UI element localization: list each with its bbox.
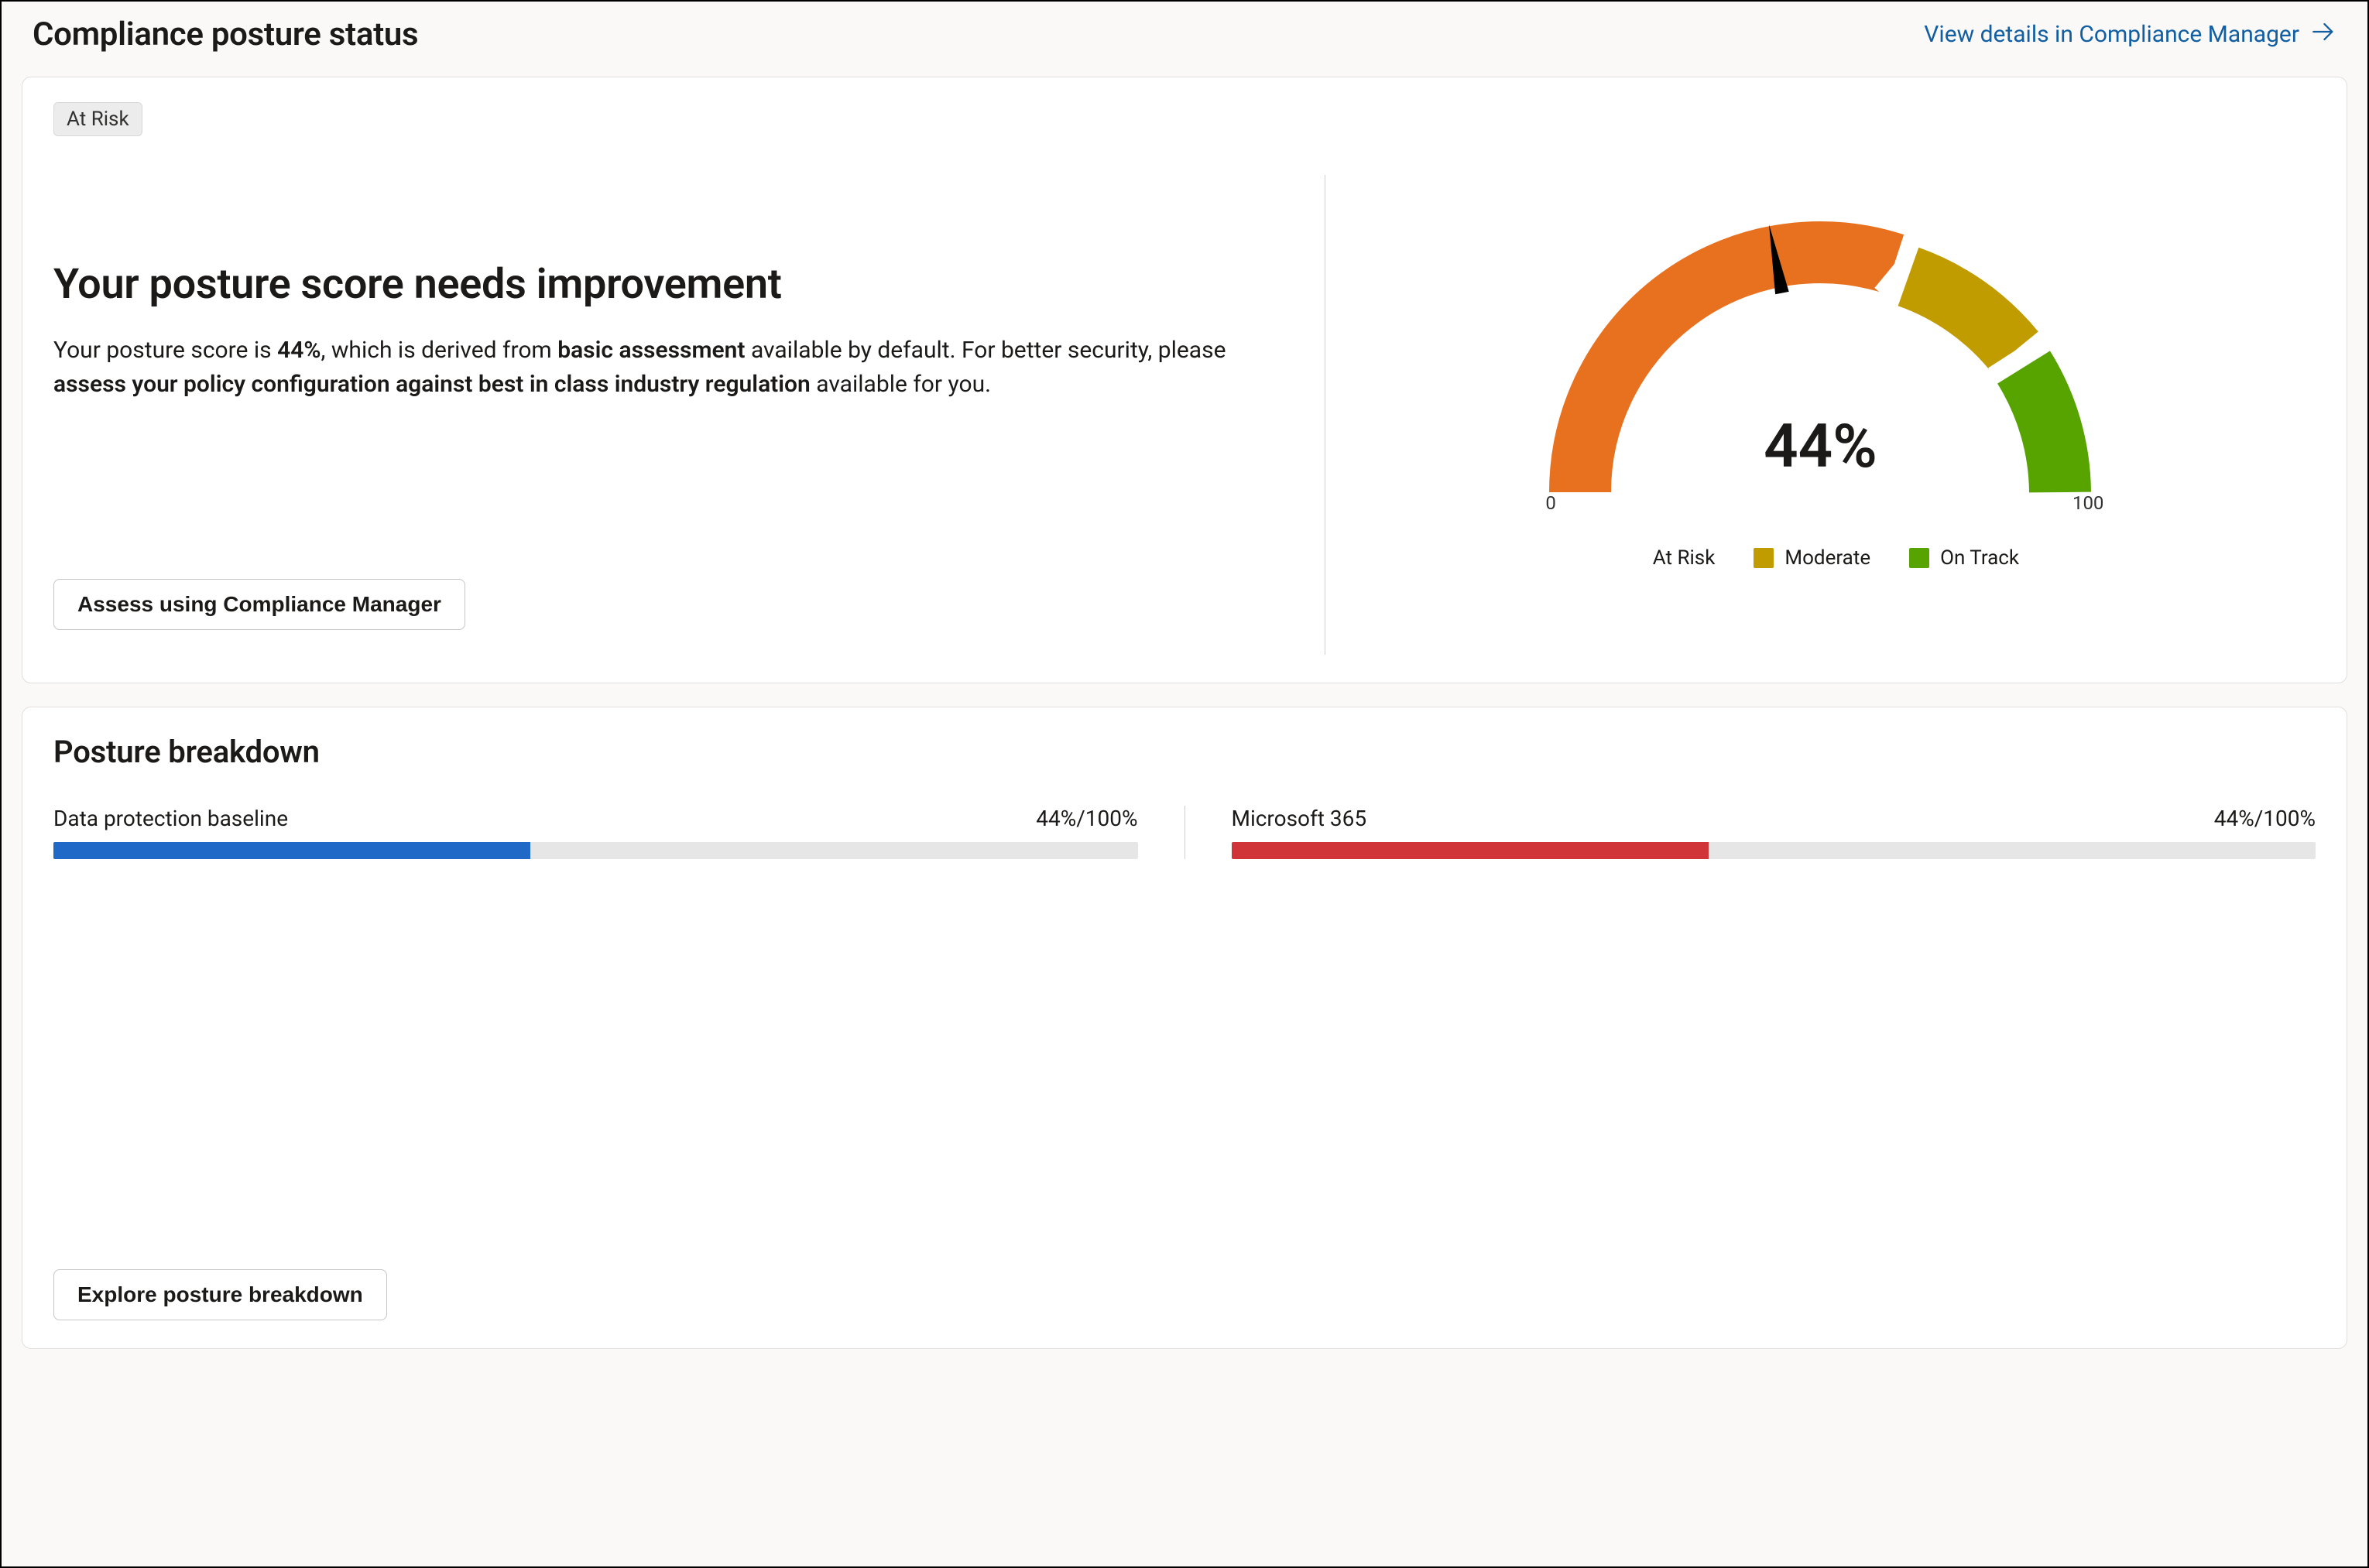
posture-score-text: Your posture score needs improvement You… <box>53 152 1325 655</box>
gauge-min-label: 0 <box>1545 492 1556 514</box>
posture-desc-bold: assess your policy configuration against… <box>53 371 811 398</box>
breakdown-spacer <box>53 859 2316 1269</box>
breakdown-item: Data protection baseline 44%/100% <box>53 806 1184 859</box>
breakdown-item: Microsoft 365 44%/100% <box>1184 806 2316 859</box>
gauge-arc-gap1 <box>1894 264 1908 276</box>
breakdown-row-header: Microsoft 365 44%/100% <box>1232 806 2316 831</box>
gauge-legend: At Risk Moderate On Track <box>1622 546 2019 570</box>
risk-badge: At Risk <box>53 102 142 136</box>
posture-breakdown-card: Posture breakdown Data protection baseli… <box>22 707 2347 1349</box>
legend-item-moderate: Moderate <box>1754 546 1870 570</box>
breakdown-item-value: 44%/100% <box>2214 806 2316 831</box>
breakdown-progress-bar <box>1232 842 2316 859</box>
posture-score-card: At Risk Your posture score needs improve… <box>22 77 2347 683</box>
posture-desc-seg: available by default. For better securit… <box>746 337 1226 364</box>
gauge-value: 44% <box>1526 412 2114 482</box>
posture-desc-seg: , which is derived from <box>321 337 558 364</box>
breakdown-grid: Data protection baseline 44%/100% Micros… <box>53 806 2316 859</box>
legend-swatch-moderate <box>1754 548 1774 568</box>
breakdown-progress-fill <box>1232 842 1709 859</box>
posture-desc-seg: Your posture score is <box>53 337 277 364</box>
posture-desc-score: 44% <box>277 337 321 364</box>
legend-item-atrisk: At Risk <box>1622 546 1716 570</box>
gauge-chart: 44% 0 100 <box>1526 198 2114 523</box>
compliance-posture-frame: Compliance posture status View details i… <box>0 0 2369 1568</box>
posture-score-body: Your posture score needs improvement You… <box>53 152 2316 655</box>
legend-label: Moderate <box>1784 546 1870 570</box>
legend-label: On Track <box>1940 546 2019 570</box>
breakdown-item-value: 44%/100% <box>1036 806 1137 831</box>
view-details-link[interactable]: View details in Compliance Manager <box>1924 19 2336 51</box>
explore-breakdown-button[interactable]: Explore posture breakdown <box>53 1269 387 1320</box>
legend-item-ontrack: On Track <box>1909 546 2019 570</box>
posture-desc-bold: basic assessment <box>557 337 745 364</box>
breakdown-progress-fill <box>53 842 530 859</box>
breakdown-row-header: Data protection baseline 44%/100% <box>53 806 1138 831</box>
posture-headline: Your posture score needs improvement <box>53 260 1286 309</box>
legend-label: At Risk <box>1653 546 1716 570</box>
posture-description: Your posture score is 44%, which is deri… <box>53 334 1261 401</box>
gauge-arc-gap2 <box>2014 351 2024 368</box>
breakdown-item-name: Data protection baseline <box>53 806 288 831</box>
page-title: Compliance posture status <box>33 15 418 53</box>
view-details-link-label: View details in Compliance Manager <box>1924 21 2299 48</box>
posture-desc-seg: available for you. <box>811 371 991 398</box>
gauge-panel: 44% 0 100 At Risk Moderate On Tr <box>1325 152 2316 655</box>
legend-swatch-atrisk <box>1622 548 1642 568</box>
breakdown-item-name: Microsoft 365 <box>1232 806 1367 831</box>
legend-swatch-ontrack <box>1909 548 1929 568</box>
assess-button[interactable]: Assess using Compliance Manager <box>53 579 465 630</box>
header-row: Compliance posture status View details i… <box>2 2 2367 77</box>
breakdown-progress-bar <box>53 842 1138 859</box>
arrow-right-icon <box>2310 19 2336 51</box>
gauge-max-label: 100 <box>2072 492 2103 514</box>
breakdown-title: Posture breakdown <box>53 734 2316 770</box>
gauge-arc-moderate <box>1908 277 2014 351</box>
